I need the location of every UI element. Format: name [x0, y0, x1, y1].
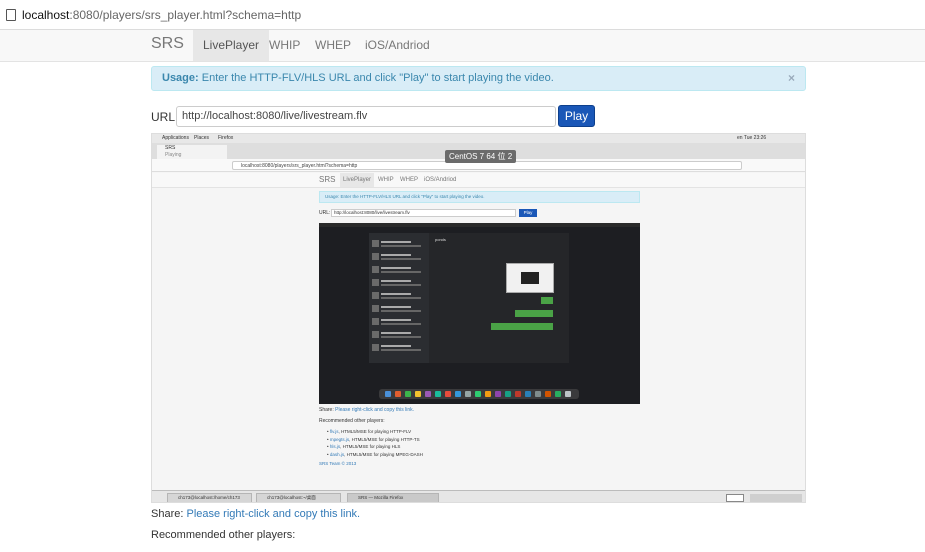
chat-list-item — [372, 278, 426, 288]
share-row: Share: Please right-click and copy this … — [151, 508, 360, 520]
brand[interactable]: SRS — [151, 35, 184, 53]
url-input[interactable]: http://localhost:8080/live/livestream.fl… — [176, 106, 556, 127]
inner-team: SRS Team © 2013 — [319, 461, 357, 466]
firefox-tab-title: SRS — [165, 145, 176, 151]
inner-play-button: Play — [519, 209, 537, 217]
inner-url-row: URL: http://localhost:8080/live/livestre… — [319, 209, 537, 217]
taskbar-item: ch173@localhost:/home/ch173 — [167, 493, 252, 502]
inner-player-item: • flv.js, HTML5/MSE for playing HTTP-FLV — [327, 429, 412, 434]
tab-ios-android[interactable]: iOS/Andriod — [355, 30, 440, 61]
chat-list-item — [372, 291, 426, 301]
gnome-menu-applications: Applications — [162, 135, 189, 141]
recommended-heading: Recommended other players: — [151, 529, 296, 541]
url-label: URL: — [151, 110, 179, 124]
chat-list — [369, 233, 429, 363]
chat-pane: ponds — [429, 233, 569, 363]
chat-list-item — [372, 317, 426, 327]
alert-label: Usage: — [162, 72, 199, 84]
nested-desktop: ponds — [319, 223, 640, 404]
address-bar[interactable]: localhost:8080/players/srs_player.html?s… — [0, 0, 925, 30]
chat-list-item — [372, 252, 426, 262]
share-label: Share: — [151, 508, 184, 520]
usage-alert: Usage: Enter the HTTP-FLV/HLS URL and cl… — [151, 66, 806, 91]
inner-tab-ios: iOS/Andriod — [424, 177, 457, 183]
workspace-indicator — [726, 494, 744, 502]
inner-share-label: Share: — [319, 407, 334, 413]
page-icon — [6, 8, 16, 21]
nested-top-bar — [319, 223, 640, 227]
inner-tab-whep: WHEP — [400, 177, 418, 183]
inner-player-list: • flv.js, HTML5/MSE for playing HTTP-FLV… — [327, 428, 423, 458]
workspace-indicator — [750, 494, 802, 502]
inner-share-link: Please right-click and copy this link. — [335, 407, 415, 413]
close-icon[interactable]: × — [788, 67, 795, 90]
gnome-menu-firefox: Firefox — [218, 135, 234, 141]
share-link[interactable]: Please right-click and copy this link. — [186, 508, 360, 520]
taskbar-item: ch173@localhost:~/桌面 — [256, 493, 341, 502]
inner-recommended: Recommended other players: — [319, 418, 385, 424]
chat-list-item — [372, 343, 426, 353]
inner-tab-whip: WHIP — [378, 177, 394, 183]
firefox-tab-status: Playing — [165, 152, 182, 158]
inner-url-label: URL: — [319, 210, 331, 216]
tab-whep[interactable]: WHEP — [305, 30, 361, 61]
chat-bubble — [541, 297, 553, 304]
inner-tab-liveplayer: LivePlayer — [340, 173, 375, 187]
chat-list-item — [372, 330, 426, 340]
url-path: :8080/players/srs_player.html?schema=htt… — [69, 7, 302, 22]
inner-url-input: http://localhost:8080/live/livestream.fl… — [331, 209, 516, 217]
url-host: localhost — [22, 7, 70, 22]
play-button[interactable]: Play — [558, 105, 595, 127]
chat-list-item — [372, 265, 426, 275]
gnome-status: en Tue 23:26 — [737, 135, 767, 141]
video-player[interactable]: Applications Places Firefox en Tue 23:26… — [151, 133, 806, 503]
tab-whip[interactable]: WHIP — [259, 30, 310, 61]
chat-bubble — [515, 310, 553, 317]
inner-brand: SRS — [319, 175, 336, 184]
chat-list-item — [372, 239, 426, 249]
navbar: SRS LivePlayer WHIP WHEP iOS/Andriod — [0, 30, 925, 62]
chat-list-item — [372, 304, 426, 314]
inner-share: Share: Please right-click and copy this … — [319, 407, 414, 413]
inner-player-item: • mpegts.js, HTML5/MSE for playing HTTP-… — [327, 436, 420, 442]
tab-liveplayer[interactable]: LivePlayer — [193, 30, 270, 61]
inner-navbar: SRS LivePlayer WHIP WHEP iOS/Andriod — [152, 173, 805, 188]
chat-image-bubble — [506, 263, 554, 293]
gnome-taskbar: ch173@localhost:/home/ch173 ch173@localh… — [152, 490, 805, 502]
dock — [379, 389, 579, 399]
inner-alert: Usage: Enter the HTTP-FLV/HLS URL and cl… — [319, 191, 640, 203]
chat-bubble — [491, 323, 553, 330]
taskbar-item: SRS — Mozilla Firefox — [347, 493, 439, 502]
vm-badge: CentOS 7 64 位 2 — [445, 150, 517, 163]
inner-player-item: • dash.js, HTML5/MSE for playing MPEG-DA… — [327, 451, 423, 457]
firefox-tab: SRS Playing — [157, 145, 227, 159]
alert-text: Enter the HTTP-FLV/HLS URL and click "Pl… — [201, 72, 554, 84]
chat-title: ponds — [435, 237, 446, 242]
gnome-top-bar: Applications Places Firefox en Tue 23:26 — [152, 134, 805, 143]
gnome-menu-places: Places — [194, 135, 210, 141]
inner-player-item: • hls.js, HTML5/MSE for playing HLS — [327, 444, 401, 449]
